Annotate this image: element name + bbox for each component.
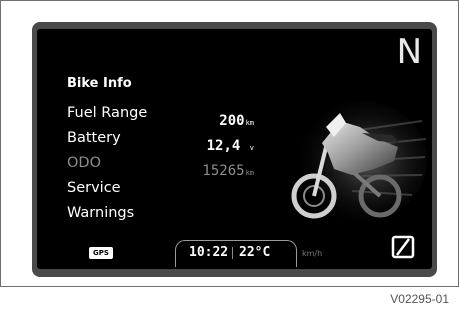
speed-unit: km/h (302, 249, 323, 258)
fuel-range-unit: km (245, 119, 254, 127)
fuel-range-number: 200 (219, 113, 245, 129)
zero-slash-icon (391, 235, 415, 259)
menu-item-battery[interactable]: Battery (67, 126, 147, 151)
odo-unit: km (245, 169, 254, 177)
menu-item-warnings[interactable]: Warnings (67, 201, 147, 226)
menu-item-service[interactable]: Service (67, 176, 147, 201)
gear-indicator: N (396, 32, 422, 72)
odo-value: 15265km (189, 159, 254, 184)
battery-value: 12,4 v (189, 134, 254, 159)
menu-item-odo[interactable]: ODO (67, 151, 147, 176)
figure-id: V02295-01 (390, 292, 449, 306)
battery-number: 12,4 (206, 138, 241, 154)
motorcycle-image (291, 101, 427, 221)
ambient-temperature: 22°C (239, 245, 271, 260)
tft-screen: N Bike Info Fuel Range Battery ODO Servi… (37, 29, 432, 269)
menu-values: 200km 12,4 v 15265km (189, 109, 254, 184)
battery-unit: v (249, 144, 254, 152)
gps-indicator: GPS (89, 247, 113, 259)
menu-title: Bike Info (67, 76, 132, 91)
fuel-range-value: 200km (189, 109, 254, 134)
menu-item-fuel-range[interactable]: Fuel Range (67, 101, 147, 126)
clock-time: 10:22 (189, 245, 229, 260)
status-separator (232, 247, 233, 259)
bike-info-menu: Bike Info Fuel Range Battery ODO Service… (67, 76, 147, 226)
odo-number: 15265 (202, 163, 245, 179)
